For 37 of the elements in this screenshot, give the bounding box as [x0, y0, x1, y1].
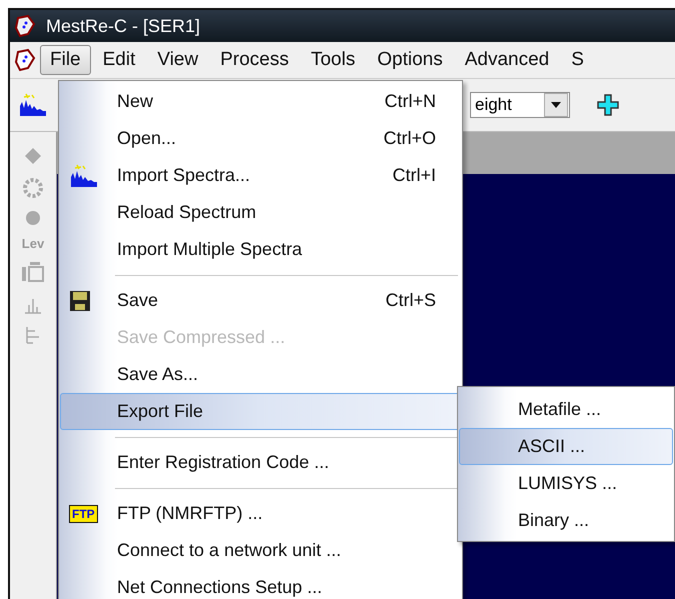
- window-title: MestRe-C - [SER1]: [46, 16, 200, 36]
- floppy-icon: [69, 290, 91, 312]
- menu-bar-item[interactable]: S: [561, 45, 594, 75]
- menu-item[interactable]: Save Ctrl+S: [60, 282, 461, 319]
- zoom-box-icon[interactable]: [20, 261, 46, 285]
- menu-item[interactable]: Reload Spectrum: [60, 194, 461, 231]
- menu-item[interactable]: Connect to a network unit ...: [60, 532, 461, 569]
- menu-item[interactable]: Net Connections Setup ...: [60, 569, 461, 599]
- menu-bar-item[interactable]: Process: [210, 45, 299, 75]
- menu-bar-item[interactable]: Edit: [92, 45, 146, 75]
- menu-item[interactable]: Enter Registration Code ...: [60, 444, 461, 481]
- menu-bar-item[interactable]: Tools: [300, 45, 366, 75]
- menu-item[interactable]: Open... Ctrl+O: [60, 120, 461, 157]
- toolbar-label: Lev: [22, 236, 44, 251]
- scale-dropdown[interactable]: eight: [470, 92, 570, 118]
- app-logo-icon[interactable]: [14, 48, 38, 72]
- menu-bar-item[interactable]: File: [40, 45, 91, 75]
- submenu-item[interactable]: ASCII ...: [459, 428, 673, 465]
- menu-item[interactable]: New Ctrl+N: [60, 83, 461, 120]
- menu-bar-item[interactable]: Advanced: [454, 45, 560, 75]
- menu-item[interactable]: Import Spectra... Ctrl+I: [60, 157, 461, 194]
- submenu-item[interactable]: LUMISYS ...: [459, 465, 673, 502]
- app-logo-icon: [14, 14, 38, 38]
- submenu-item[interactable]: Binary ...: [459, 502, 673, 539]
- menu-item[interactable]: FTP FTP (NMRFTP) ...: [60, 495, 461, 532]
- submenu-item[interactable]: Metafile ...: [459, 391, 673, 428]
- diamond-icon[interactable]: [23, 146, 43, 166]
- ftp-icon: FTP: [69, 504, 98, 522]
- menu-item[interactable]: Save As...: [60, 356, 461, 393]
- spectrum-icon: [69, 162, 99, 188]
- menu-item[interactable]: Import Multiple Spectra: [60, 231, 461, 268]
- menu-bar-item[interactable]: Options: [367, 45, 453, 75]
- menu-bar-item[interactable]: View: [147, 45, 208, 75]
- plus-icon[interactable]: [596, 93, 620, 117]
- dot-icon[interactable]: [25, 210, 41, 226]
- gear-icon[interactable]: [21, 176, 45, 200]
- dropdown-arrow-icon: [551, 102, 561, 108]
